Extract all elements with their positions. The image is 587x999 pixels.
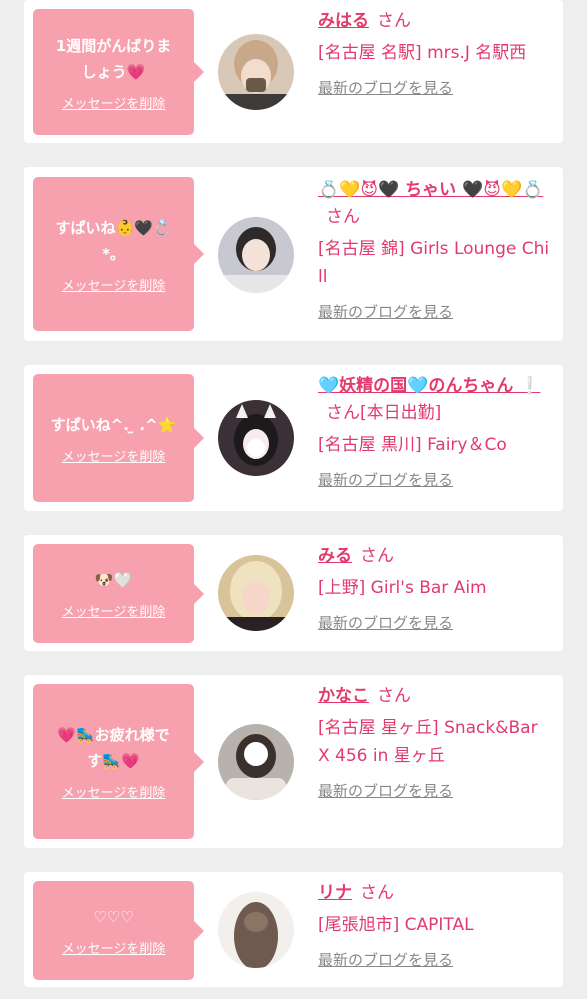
shop-info: [名古屋 錦] Girls Lounge Chill [318, 239, 550, 287]
username-link[interactable]: リナ [318, 883, 352, 903]
username-link[interactable]: 🩵妖精の国🩵のんちゃん ❕ [318, 376, 540, 396]
honorific: さん [360, 546, 394, 566]
avatar-photo-icon [218, 724, 294, 800]
latest-blog-link[interactable]: 最新のブログを見る [318, 77, 453, 98]
status-text: [本日出勤] [360, 403, 442, 423]
honorific: さん [326, 403, 360, 423]
delete-message-link[interactable]: メッセージを削除 [62, 93, 166, 112]
username-link[interactable]: かなこ [318, 686, 369, 706]
user-info: 🩵妖精の国🩵のんちゃん ❕さん[本日出勤] [名古屋 黒川] Fairy＆Co … [318, 373, 553, 490]
honorific: さん [377, 11, 411, 31]
avatar-photo-icon [218, 400, 294, 476]
delete-message-link[interactable]: メッセージを削除 [62, 938, 166, 957]
message-text: 🐶🤍 [94, 571, 133, 589]
message-bubble: すぱいね👶🖤💍 *。 メッセージを削除 [33, 177, 204, 331]
avatar[interactable] [218, 400, 294, 476]
delete-message-link[interactable]: メッセージを削除 [62, 446, 166, 465]
delete-message-link[interactable]: メッセージを削除 [62, 275, 166, 294]
message-text: すぱいね👶🖤💍 *。 [55, 218, 172, 263]
avatar-photo-icon [218, 217, 294, 293]
username-link[interactable]: みはる [318, 11, 369, 31]
avatar[interactable] [218, 34, 294, 110]
honorific: さん [377, 686, 411, 706]
latest-blog-link[interactable]: 最新のブログを見る [318, 780, 453, 801]
message-card: ♡♡♡ メッセージを削除 リナ さん [尾張旭市] CAPITAL 最新のブログを… [24, 872, 563, 987]
message-bubble: すぱいね^. ̫ .^⭐ メッセージを削除 [33, 374, 204, 502]
honorific: さん [360, 883, 394, 903]
latest-blog-link[interactable]: 最新のブログを見る [318, 612, 453, 633]
message-card: すぱいね👶🖤💍 *。 メッセージを削除 💍💛😈🖤 ちゃい 🖤😈💛💍 さん [名古屋… [24, 167, 563, 341]
username-link[interactable]: みる [318, 546, 352, 566]
user-info: 💍💛😈🖤 ちゃい 🖤😈💛💍 さん [名古屋 錦] Girls Lounge Chi… [318, 177, 553, 322]
avatar-photo-icon [218, 555, 294, 631]
latest-blog-link[interactable]: 最新のブログを見る [318, 301, 453, 322]
avatar[interactable] [218, 555, 294, 631]
user-info: かなこ さん [名古屋 星ヶ丘] Snack&Bar X 456 in 星ヶ丘 最… [318, 683, 553, 801]
shop-info: [上野] Girl's Bar Aim [318, 578, 487, 598]
honorific: さん [326, 207, 360, 227]
message-card: 💗🛼お疲れ様で す🛼💗 メッセージを削除 かなこ さん [名古屋 星ヶ丘] Sna… [24, 675, 563, 848]
message-card: 1週間がんばりま しょう💗 メッセージを削除 みはる さん [名古屋 名駅] mr… [24, 0, 563, 143]
message-text: ♡♡♡ [93, 908, 134, 926]
latest-blog-link[interactable]: 最新のブログを見る [318, 949, 453, 970]
user-info: みはる さん [名古屋 名駅] mrs.J 名駅西 最新のブログを見る [318, 8, 553, 98]
message-text: 1週間がんばりま しょう💗 [55, 36, 172, 81]
message-bubble: ♡♡♡ メッセージを削除 [33, 881, 204, 980]
shop-info: [名古屋 名駅] mrs.J 名駅西 [318, 43, 527, 63]
message-card: 🐶🤍 メッセージを削除 みる さん [上野] Girl's Bar Aim 最新の… [24, 535, 563, 651]
message-card: すぱいね^. ̫ .^⭐ メッセージを削除 🩵妖精の国🩵のんちゃん ❕ さん[本日… [24, 365, 563, 511]
user-info: みる さん [上野] Girl's Bar Aim 最新のブログを見る [318, 543, 553, 633]
shop-info: [名古屋 黒川] Fairy＆Co [318, 435, 507, 455]
avatar-photo-icon [218, 34, 294, 110]
message-bubble: 1週間がんばりま しょう💗 メッセージを削除 [33, 9, 204, 135]
avatar[interactable] [218, 217, 294, 293]
delete-message-link[interactable]: メッセージを削除 [62, 782, 166, 801]
username-link[interactable]: 💍💛😈🖤 ちゃい 🖤😈💛💍 [318, 180, 543, 200]
delete-message-link[interactable]: メッセージを削除 [62, 601, 166, 620]
message-text: すぱいね^. ̫ .^⭐ [50, 415, 177, 434]
avatar[interactable] [218, 892, 294, 968]
shop-info: [名古屋 星ヶ丘] Snack&Bar X 456 in 星ヶ丘 [318, 718, 538, 766]
message-text: 💗🛼お疲れ様で す🛼💗 [57, 726, 170, 770]
avatar[interactable] [218, 724, 294, 800]
user-info: リナ さん [尾張旭市] CAPITAL 最新のブログを見る [318, 880, 553, 970]
message-bubble: 💗🛼お疲れ様で す🛼💗 メッセージを削除 [33, 684, 204, 839]
message-bubble: 🐶🤍 メッセージを削除 [33, 544, 204, 643]
latest-blog-link[interactable]: 最新のブログを見る [318, 469, 453, 490]
avatar-photo-icon [218, 892, 294, 968]
shop-info: [尾張旭市] CAPITAL [318, 915, 474, 935]
